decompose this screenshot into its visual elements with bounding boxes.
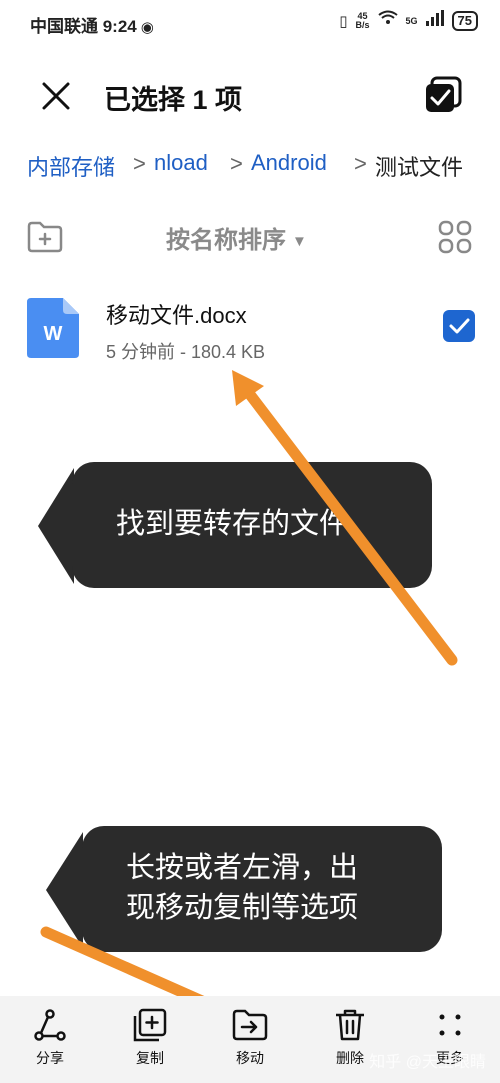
carrier-time-text: 中国联通 9:24	[30, 17, 137, 36]
sort-label: 按名称排序	[166, 227, 286, 254]
breadcrumb-separator: >	[354, 151, 367, 176]
page-title: 已选择 1 项	[104, 85, 243, 115]
delete-icon	[336, 1009, 364, 1041]
grid-view-button[interactable]	[438, 220, 472, 254]
breadcrumb: 内部存储 > nload > Android > 测试文件	[0, 146, 500, 186]
callout-long-press: 长按或者左滑，出 现移动复制等选项	[82, 826, 442, 952]
file-name: 移动文件.docx	[106, 303, 247, 328]
breadcrumb-separator: >	[133, 151, 146, 176]
new-folder-icon	[27, 221, 63, 253]
breadcrumb-item-internal-storage[interactable]: 内部存储	[27, 150, 115, 182]
network-type: 5G	[405, 15, 418, 26]
grid-view-icon	[438, 220, 472, 254]
breadcrumb-separator: >	[230, 151, 243, 176]
move-button[interactable]: 移动	[210, 1008, 290, 1078]
file-meta: 5 分钟前 - 180.4 KB	[106, 342, 266, 362]
copy-label: 复制	[136, 1050, 164, 1066]
net-speed: 45 B/s	[355, 11, 370, 30]
breadcrumb-item-current: 测试文件	[375, 155, 464, 180]
sort-button[interactable]: 按名称排序 ▼	[166, 220, 307, 255]
share-button[interactable]: 分享	[10, 1008, 90, 1078]
callout-find-file: 找到要转存的文件	[72, 462, 432, 588]
select-all-button[interactable]	[424, 76, 462, 114]
callout-text-line-2: 现移动复制等选项	[126, 892, 359, 924]
callout-tail	[46, 832, 83, 948]
move-label: 移动	[236, 1050, 264, 1066]
move-icon	[232, 1009, 268, 1041]
battery-indicator: 75	[451, 10, 478, 31]
copy-icon	[133, 1008, 167, 1042]
callout-tail	[38, 468, 74, 584]
callout-text-line-1: 长按或者左滑，出	[126, 852, 359, 884]
close-icon	[42, 82, 70, 110]
close-button[interactable]	[36, 76, 76, 116]
select-all-icon	[426, 76, 462, 112]
share-label: 分享	[36, 1050, 64, 1066]
file-list-item[interactable]: W 移动文件.docx 5 分钟前 - 180.4 KB	[0, 280, 500, 380]
carrier-time: 中国联通 9:24 ◉	[30, 12, 154, 37]
status-icons: ▯ 45 B/s 5G 75	[339, 10, 478, 31]
share-icon	[34, 1009, 66, 1041]
wifi-icon	[377, 10, 398, 31]
word-document-icon: W	[27, 298, 79, 358]
file-select-checkbox[interactable]	[443, 310, 475, 342]
net-speed-unit: B/s	[355, 19, 370, 30]
watermark: 知乎 @天王眼睛	[369, 1054, 486, 1071]
sort-caret-icon: ▼	[292, 233, 307, 251]
word-icon-letter: W	[44, 323, 63, 345]
selection-header: 已选择 1 项	[0, 60, 500, 130]
callout-text: 找到要转存的文件	[116, 508, 349, 540]
copy-button[interactable]: 复制	[110, 1008, 190, 1078]
status-bar: 中国联通 9:24 ◉ ▯ 45 B/s 5G 75	[0, 0, 500, 50]
more-icon	[439, 1014, 461, 1036]
new-folder-button[interactable]	[26, 220, 64, 254]
checkmark-icon	[449, 318, 470, 334]
eye-icon: ◉	[140, 19, 154, 36]
signal-icon	[425, 10, 444, 31]
vibrate-icon: ▯	[339, 12, 348, 30]
breadcrumb-item-android[interactable]: Android	[251, 150, 327, 176]
breadcrumb-item-download[interactable]: nload	[154, 150, 208, 176]
list-toolbar: 按名称排序 ▼	[0, 212, 500, 264]
